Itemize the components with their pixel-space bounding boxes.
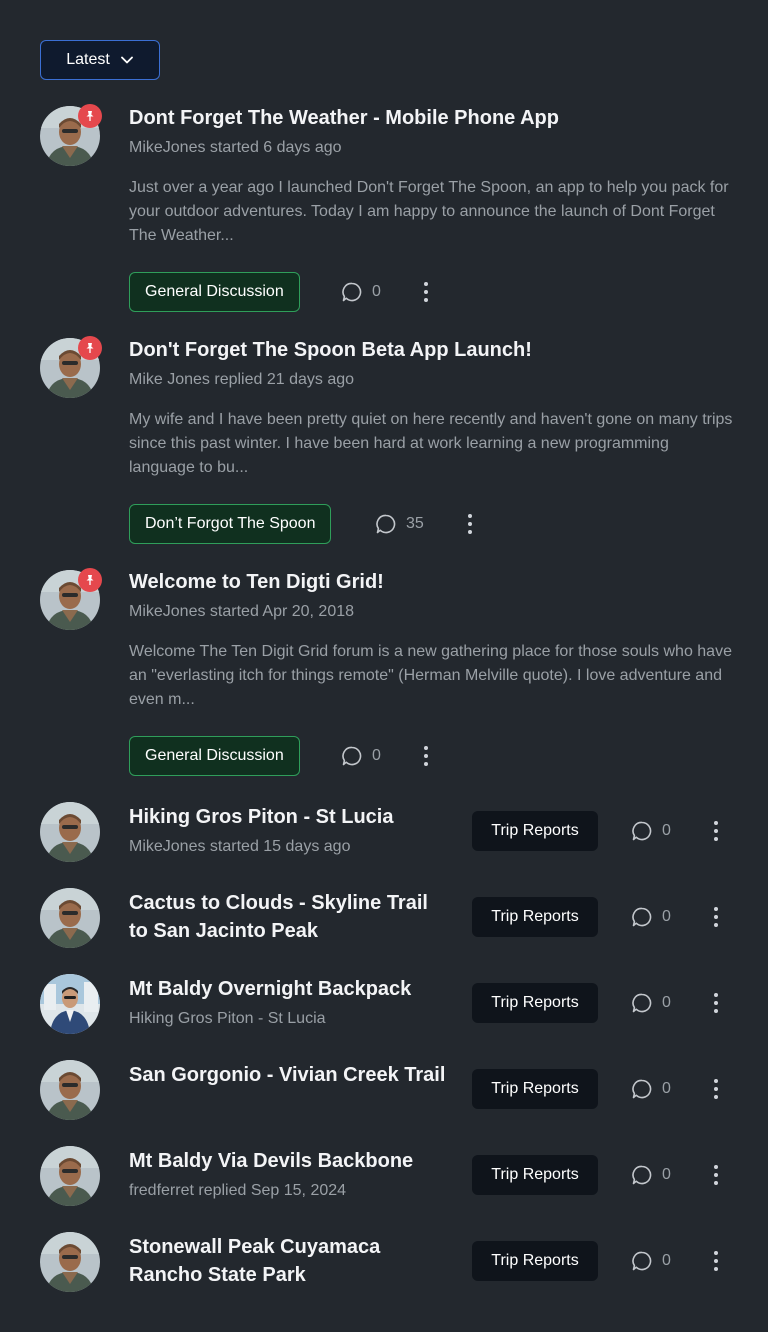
category-tag[interactable]: Trip Reports [472, 1241, 598, 1281]
discussion-title[interactable]: Cactus to Clouds - Skyline Trail to San … [129, 889, 449, 945]
comment-count[interactable]: 0 [631, 991, 671, 1015]
comment-count[interactable]: 0 [631, 819, 671, 843]
comment-count-value: 0 [662, 1166, 671, 1183]
discussion-meta: fredferret replied Sep 15, 2024 [129, 1182, 347, 1199]
discussion-meta: MikeJones started Apr 20, 2018 [129, 603, 355, 620]
comment-icon [632, 993, 652, 1013]
pin-icon [78, 336, 102, 360]
avatar[interactable] [40, 1146, 100, 1206]
avatar[interactable] [40, 568, 102, 630]
comment-count-value: 0 [372, 747, 381, 764]
more-options-icon[interactable] [416, 280, 436, 304]
comment-icon [632, 1079, 652, 1099]
discussion-title[interactable]: Don't Forget The Spoon Beta App Launch! [129, 336, 532, 364]
discussion-title[interactable]: Mt Baldy Via Devils Backbone [129, 1147, 449, 1175]
more-options-icon[interactable] [706, 991, 726, 1015]
category-tag[interactable]: Don’t Forgot The Spoon [129, 504, 332, 544]
avatar[interactable] [40, 104, 102, 166]
comment-count-value: 0 [662, 822, 671, 839]
avatar[interactable] [40, 802, 100, 862]
user-avatar-image [40, 974, 100, 1034]
discussion-meta: Mike Jones replied 21 days ago [129, 371, 355, 388]
category-tag[interactable]: Trip Reports [472, 1155, 598, 1195]
more-options-icon[interactable] [706, 1249, 726, 1273]
discussion-meta: Hiking Gros Piton - St Lucia [129, 1010, 326, 1027]
category-tag[interactable]: Trip Reports [472, 1069, 598, 1109]
comment-count-value: 35 [406, 515, 424, 532]
comment-icon [342, 746, 362, 766]
discussion-excerpt: My wife and I have been pretty quiet on … [129, 411, 733, 476]
sort-dropdown[interactable]: Latest [40, 40, 160, 80]
comment-count[interactable]: 35 [375, 512, 424, 536]
comment-count[interactable]: 0 [631, 1163, 671, 1187]
comment-icon [632, 1165, 652, 1185]
comment-count-value: 0 [662, 1252, 671, 1269]
comment-icon [632, 821, 652, 841]
discussion-meta: MikeJones started 6 days ago [129, 139, 342, 156]
pin-icon [78, 568, 102, 592]
comment-icon [632, 907, 652, 927]
avatar[interactable] [40, 888, 100, 948]
comment-count-value: 0 [662, 994, 671, 1011]
comment-count[interactable]: 0 [631, 1077, 671, 1101]
comment-icon [632, 1251, 652, 1271]
user-avatar-image [40, 802, 100, 862]
discussion-title[interactable]: Welcome to Ten Digti Grid! [129, 568, 384, 596]
discussion-excerpt: Welcome The Ten Digit Grid forum is a ne… [129, 643, 732, 708]
more-options-icon[interactable] [416, 744, 436, 768]
more-options-icon[interactable] [460, 512, 480, 536]
user-avatar-image [40, 888, 100, 948]
discussion-title[interactable]: Hiking Gros Piton - St Lucia [129, 803, 449, 831]
avatar[interactable] [40, 336, 102, 398]
category-tag[interactable]: Trip Reports [472, 811, 598, 851]
more-options-icon[interactable] [706, 1077, 726, 1101]
comment-count-value: 0 [662, 1080, 671, 1097]
user-avatar-image [40, 1146, 100, 1206]
sort-dropdown-label: Latest [66, 51, 110, 68]
comment-count[interactable]: 0 [341, 280, 381, 304]
category-tag[interactable]: General Discussion [129, 736, 300, 776]
discussion-title[interactable]: San Gorgonio - Vivian Creek Trail [129, 1061, 449, 1089]
discussion-title[interactable]: Dont Forget The Weather - Mobile Phone A… [129, 104, 559, 132]
pin-icon [78, 104, 102, 128]
chevron-down-icon [120, 56, 133, 64]
category-tag[interactable]: Trip Reports [472, 897, 598, 937]
user-avatar-image [40, 1060, 100, 1120]
discussion-excerpt: Just over a year ago I launched Don't Fo… [129, 179, 729, 244]
comment-count[interactable]: 0 [341, 744, 381, 768]
avatar[interactable] [40, 1232, 100, 1292]
comment-icon [376, 514, 396, 534]
comment-icon [342, 282, 362, 302]
discussion-meta: MikeJones started 15 days ago [129, 838, 351, 855]
user-avatar-image [40, 1232, 100, 1292]
comment-count-value: 0 [662, 908, 671, 925]
category-tag[interactable]: General Discussion [129, 272, 300, 312]
comment-count-value: 0 [372, 283, 381, 300]
more-options-icon[interactable] [706, 1163, 726, 1187]
discussion-title[interactable]: Mt Baldy Overnight Backpack [129, 975, 449, 1003]
more-options-icon[interactable] [706, 905, 726, 929]
avatar[interactable] [40, 974, 100, 1034]
avatar[interactable] [40, 1060, 100, 1120]
comment-count[interactable]: 0 [631, 1249, 671, 1273]
more-options-icon[interactable] [706, 819, 726, 843]
discussion-title[interactable]: Stonewall Peak Cuyamaca Rancho State Par… [129, 1233, 449, 1289]
category-tag[interactable]: Trip Reports [472, 983, 598, 1023]
comment-count[interactable]: 0 [631, 905, 671, 929]
